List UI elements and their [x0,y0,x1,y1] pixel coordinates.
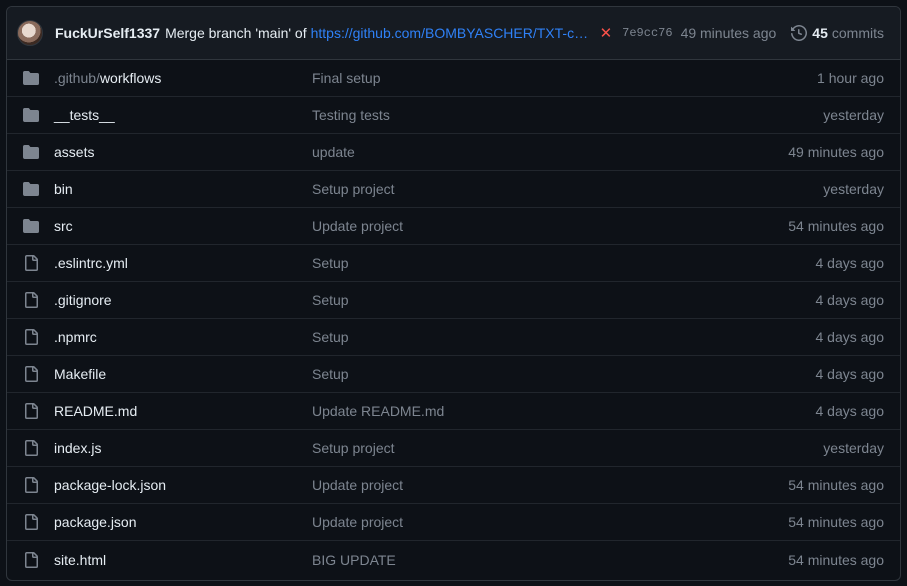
file-row[interactable]: .github/workflows Final setup 1 hour ago [7,60,900,97]
file-commit-message[interactable]: Setup [312,366,816,382]
file-name-main[interactable]: .gitignore [54,292,112,308]
latest-commit-bar: FuckUrSelf1337 Merge branch 'main' of ht… [7,7,900,60]
file-icon [23,514,39,530]
commits-history-link[interactable]: 45 commits [791,25,884,41]
file-commit-message[interactable]: Update README.md [312,403,816,419]
file-name[interactable]: bin [54,181,312,197]
file-age: 4 days ago [815,403,885,419]
x-icon[interactable]: ✕ [600,24,613,42]
file-row[interactable]: Makefile Setup 4 days ago [7,356,900,393]
file-name-main[interactable]: bin [54,181,73,197]
file-age: yesterday [823,107,884,123]
file-icon [23,403,39,419]
file-age: 49 minutes ago [788,144,884,160]
file-commit-message[interactable]: Setup project [312,440,823,456]
file-commit-message[interactable]: Setup [312,255,816,271]
commit-message[interactable]: Merge branch 'main' of [165,25,307,41]
file-commit-message[interactable]: Update project [312,218,788,234]
file-name[interactable]: package-lock.json [54,477,312,493]
file-commit-message[interactable]: Setup project [312,181,823,197]
file-row[interactable]: __tests__ Testing tests yesterday [7,97,900,134]
folder-icon [23,181,39,197]
author-avatar[interactable] [17,20,43,46]
file-name-main[interactable]: index.js [54,440,101,456]
file-age: 54 minutes ago [788,218,884,234]
commits-label: commits [831,25,884,41]
file-age: 54 minutes ago [788,514,884,530]
history-icon [791,25,808,41]
file-name[interactable]: README.md [54,403,312,419]
commit-time: 49 minutes ago [680,25,777,41]
file-name-main[interactable]: assets [54,144,94,160]
file-commit-message[interactable]: Update project [312,514,788,530]
commit-author[interactable]: FuckUrSelf1337 [55,25,160,41]
file-row[interactable]: src Update project 54 minutes ago [7,208,900,245]
file-name[interactable]: .github/workflows [54,70,312,86]
file-age: yesterday [823,181,884,197]
file-name[interactable]: assets [54,144,312,160]
file-commit-message[interactable]: update [312,144,788,160]
file-commit-message[interactable]: Setup [312,292,816,308]
file-icon [23,551,39,568]
file-icon [23,477,39,493]
file-name[interactable]: Makefile [54,366,312,382]
folder-icon [23,70,39,86]
file-name-main[interactable]: .eslintrc.yml [54,255,128,271]
file-row[interactable]: assets update 49 minutes ago [7,134,900,171]
file-name[interactable]: package.json [54,514,312,530]
file-name-main[interactable]: src [54,218,73,234]
file-age: 4 days ago [815,255,885,271]
file-age: 4 days ago [815,329,885,345]
file-row[interactable]: .gitignore Setup 4 days ago [7,282,900,319]
file-row[interactable]: bin Setup project yesterday [7,171,900,208]
commit-sha[interactable]: 7e9cc76 [622,26,672,40]
file-name[interactable]: .npmrc [54,329,312,345]
folder-icon [23,144,39,160]
file-row[interactable]: index.js Setup project yesterday [7,430,900,467]
file-name[interactable]: src [54,218,312,234]
file-name-main[interactable]: Makefile [54,366,106,382]
file-name-main[interactable]: .npmrc [54,329,97,345]
file-browser: FuckUrSelf1337 Merge branch 'main' of ht… [6,6,901,581]
file-name-main[interactable]: workflows [100,70,161,86]
file-icon [23,292,39,308]
commit-message-link[interactable]: https://github.com/BOMBYASCHER/TXT-co... [311,25,589,41]
file-age: yesterday [823,440,884,456]
file-name[interactable]: .gitignore [54,292,312,308]
file-name[interactable]: index.js [54,440,312,456]
file-name-main[interactable]: site.html [54,552,106,568]
file-row[interactable]: README.md Update README.md 4 days ago [7,393,900,430]
file-row[interactable]: .npmrc Setup 4 days ago [7,319,900,356]
file-age: 1 hour ago [817,70,884,86]
file-row[interactable]: package-lock.json Update project 54 minu… [7,467,900,504]
file-icon [23,366,39,382]
file-icon [23,440,39,456]
file-commit-message[interactable]: Testing tests [312,107,823,123]
file-icon [23,255,39,271]
folder-icon [23,107,39,123]
file-row[interactable]: package.json Update project 54 minutes a… [7,504,900,541]
file-commit-message[interactable]: Setup [312,329,816,345]
file-row[interactable]: .eslintrc.yml Setup 4 days ago [7,245,900,282]
file-name-main[interactable]: README.md [54,403,137,419]
file-name[interactable]: site.html [54,552,312,568]
commit-count: 45 [812,25,828,41]
file-icon [23,329,39,345]
file-commit-message[interactable]: Final setup [312,70,817,86]
file-age: 54 minutes ago [788,477,884,493]
file-row[interactable]: site.html BIG UPDATE 54 minutes ago [7,541,900,578]
folder-icon [23,218,39,234]
file-age: 4 days ago [815,292,885,308]
file-name[interactable]: .eslintrc.yml [54,255,312,271]
file-commit-message[interactable]: Update project [312,477,788,493]
file-name-main[interactable]: package-lock.json [54,477,166,493]
file-list: .github/workflows Final setup 1 hour ago… [7,60,900,578]
file-name-prefix[interactable]: .github/ [54,70,100,86]
file-commit-message[interactable]: BIG UPDATE [312,552,788,568]
file-name[interactable]: __tests__ [54,107,312,123]
file-age: 54 minutes ago [788,551,884,568]
file-name-main[interactable]: __tests__ [54,107,115,123]
file-age: 4 days ago [815,366,885,382]
file-name-main[interactable]: package.json [54,514,137,530]
